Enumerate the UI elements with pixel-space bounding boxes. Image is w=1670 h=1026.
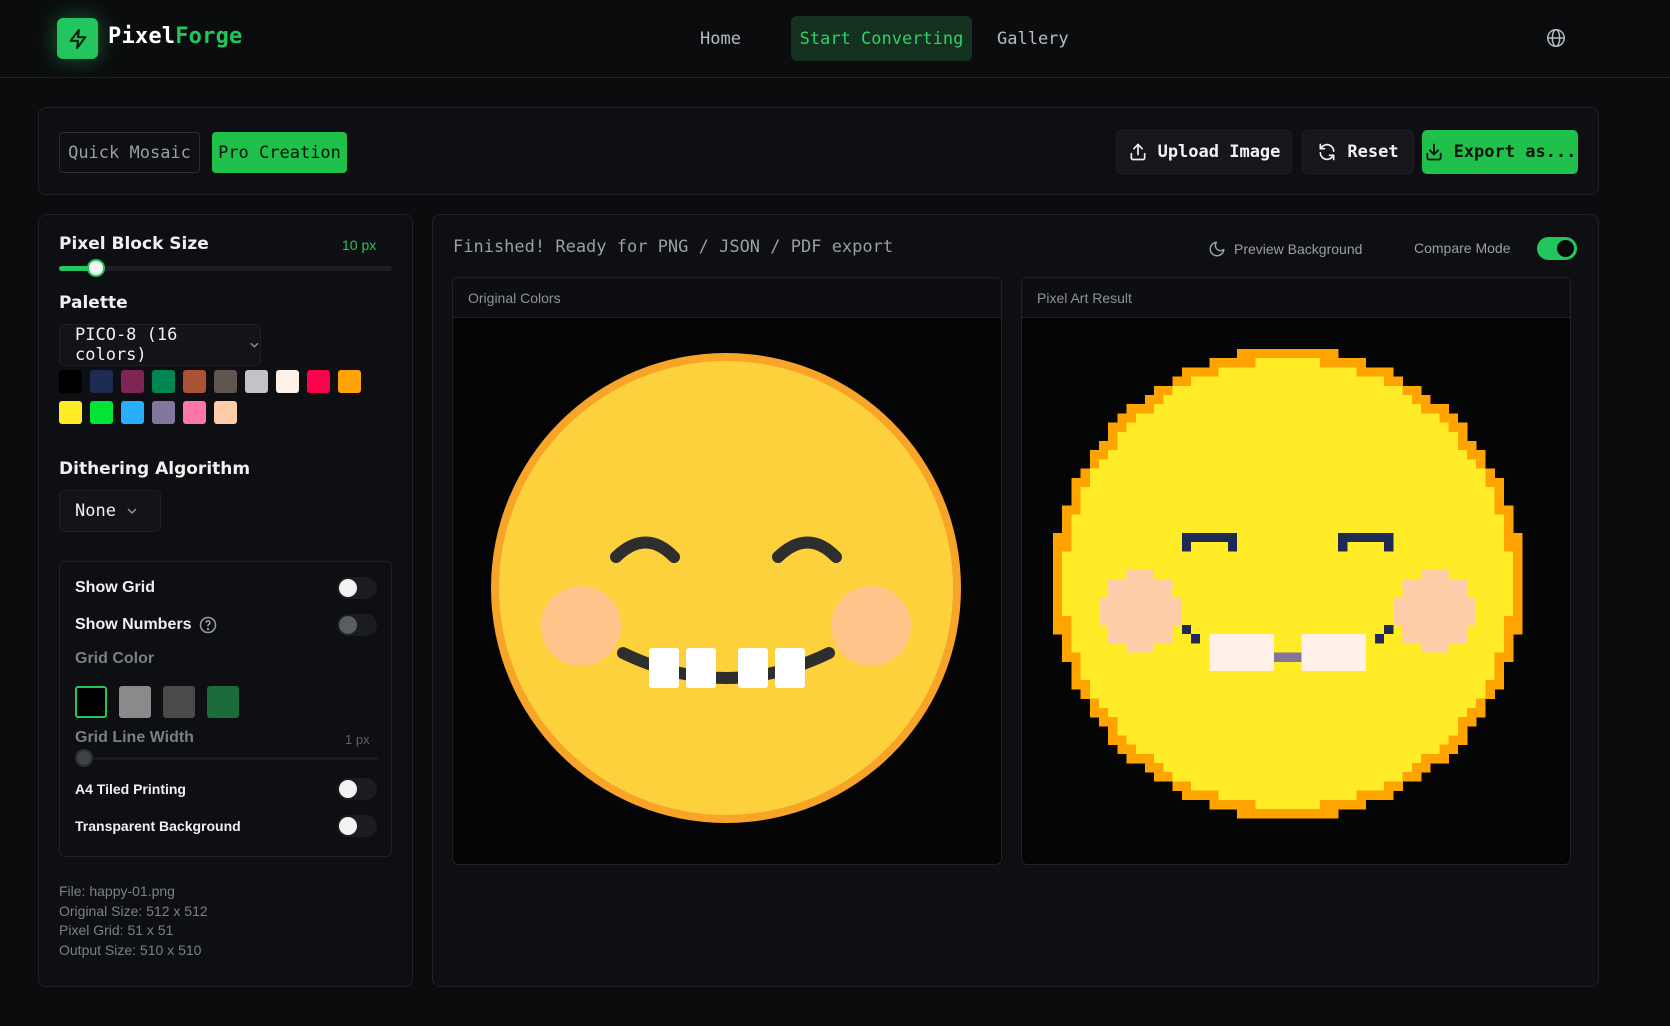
pixel-art-result-title: Pixel Art Result [1022, 278, 1570, 318]
output-size: Output Size: 510 x 510 [59, 941, 202, 958]
palette-swatch[interactable] [214, 401, 237, 424]
palette-swatch[interactable] [90, 370, 113, 393]
palette-swatch[interactable] [59, 401, 82, 424]
palette-selected-value: PICO-8 (16 colors) [75, 325, 178, 365]
export-as-label: Export as... [1453, 142, 1577, 162]
grid-color-swatch[interactable] [119, 686, 151, 718]
grid-line-width-label: Grid Line Width [75, 729, 194, 746]
show-grid-toggle[interactable] [337, 577, 377, 599]
transparent-background-label: Transparent Background [75, 818, 241, 834]
preview-background-button[interactable]: Preview Background [1208, 240, 1362, 258]
moon-icon [1209, 241, 1225, 257]
palette-swatch[interactable] [214, 370, 237, 393]
palette-swatch[interactable] [59, 370, 82, 393]
pixel-block-size-value: 10 px [342, 237, 377, 253]
preview-panel: Finished! Ready for PNG / JSON / PDF exp… [432, 214, 1599, 987]
palette-swatch[interactable] [121, 370, 144, 393]
palette-swatch[interactable] [338, 370, 361, 393]
grid-line-width-value: 1 px [345, 732, 370, 747]
compare-mode-toggle[interactable] [1537, 237, 1577, 260]
palette-swatch[interactable] [152, 370, 175, 393]
top-navbar: PixelForge Home Start Converting Gallery [0, 0, 1670, 78]
pixel-block-size-label: Pixel Block Size [59, 234, 209, 254]
palette-swatch[interactable] [90, 401, 113, 424]
export-as-button[interactable]: Export as... [1422, 130, 1578, 174]
nav-home-link[interactable]: Home [700, 16, 741, 61]
slider-thumb[interactable] [86, 259, 105, 277]
quick-mosaic-tab[interactable]: Quick Mosaic [59, 132, 200, 173]
logo-bolt-icon[interactable] [57, 18, 98, 59]
grid-line-width-slider[interactable] [75, 749, 378, 767]
show-grid-label: Show Grid [75, 579, 155, 596]
preview-background-label: Preview Background [1234, 241, 1363, 257]
download-icon [1425, 143, 1442, 161]
palette-label: Palette [59, 293, 128, 313]
brand-name[interactable]: PixelForge [108, 24, 242, 49]
nav-gallery-link[interactable]: Gallery [997, 16, 1069, 61]
pixel-art-emoji-image [1053, 349, 1523, 819]
grid-color-swatch[interactable] [163, 686, 195, 718]
help-circle-icon[interactable] [199, 616, 217, 634]
show-numbers-toggle[interactable] [337, 614, 377, 636]
palette-select[interactable]: PICO-8 (16 colors) [59, 324, 261, 366]
show-numbers-row: Show Numbers [75, 616, 217, 634]
upload-image-button[interactable]: Upload Image [1116, 130, 1292, 174]
show-numbers-label: Show Numbers [75, 616, 192, 633]
palette-swatch[interactable] [307, 370, 330, 393]
file-info: File: happy-01.png Original Size: 512 x … [59, 882, 208, 960]
brand-part-pixel: Pixel [108, 24, 176, 49]
grid-color-swatch[interactable] [207, 686, 239, 718]
settings-panel: Pixel Block Size 10 px Palette PICO-8 (1… [38, 214, 413, 987]
a4-tiled-printing-label: A4 Tiled Printing [75, 781, 186, 797]
chevron-down-icon [127, 508, 137, 515]
dithering-label: Dithering Algorithm [59, 459, 251, 479]
mode-toolbar: Quick Mosaic Pro Creation Upload Image R… [38, 107, 1599, 195]
language-globe-icon[interactable] [1545, 27, 1567, 49]
a4-tiled-printing-toggle[interactable] [337, 778, 377, 800]
original-emoji-image [491, 353, 961, 823]
conversion-status: Finished! Ready for PNG / JSON / PDF exp… [453, 237, 894, 257]
nav-start-converting-link[interactable]: Start Converting [791, 16, 972, 61]
reset-label: Reset [1347, 142, 1399, 162]
upload-image-label: Upload Image [1157, 142, 1281, 162]
transparent-background-toggle[interactable] [337, 815, 377, 837]
original-colors-title: Original Colors [453, 278, 1001, 318]
palette-swatch[interactable] [276, 370, 299, 393]
refresh-icon [1319, 143, 1335, 161]
palette-swatch[interactable] [152, 401, 175, 424]
pixel-grid-size: Pixel Grid: 51 x 51 [59, 922, 174, 938]
pro-creation-tab[interactable]: Pro Creation [212, 132, 347, 173]
dithering-selected-value: None [75, 501, 116, 521]
dithering-select[interactable]: None [59, 490, 161, 532]
chevron-down-icon [250, 342, 259, 348]
palette-swatch[interactable] [121, 401, 144, 424]
palette-swatch[interactable] [183, 401, 206, 424]
original-size: Original Size: 512 x 512 [59, 902, 208, 919]
brand-part-forge: Forge [175, 24, 243, 49]
reset-button[interactable]: Reset [1302, 130, 1414, 174]
palette-swatch[interactable] [183, 370, 206, 393]
palette-swatch[interactable] [245, 370, 268, 393]
grid-color-swatch[interactable] [75, 686, 107, 718]
slider-thumb[interactable] [75, 749, 93, 767]
compare-mode-label: Compare Mode [1414, 240, 1511, 256]
pixel-block-size-slider[interactable] [59, 259, 392, 277]
pixel-art-result-canvas: Pixel Art Result [1021, 277, 1571, 865]
grid-color-label: Grid Color [75, 650, 155, 667]
original-colors-canvas: Original Colors [452, 277, 1002, 865]
grid-options-panel: Show Grid Show Numbers Grid Color Grid L… [59, 561, 392, 857]
file-name: File: happy-01.png [59, 883, 175, 899]
upload-icon [1130, 143, 1146, 161]
